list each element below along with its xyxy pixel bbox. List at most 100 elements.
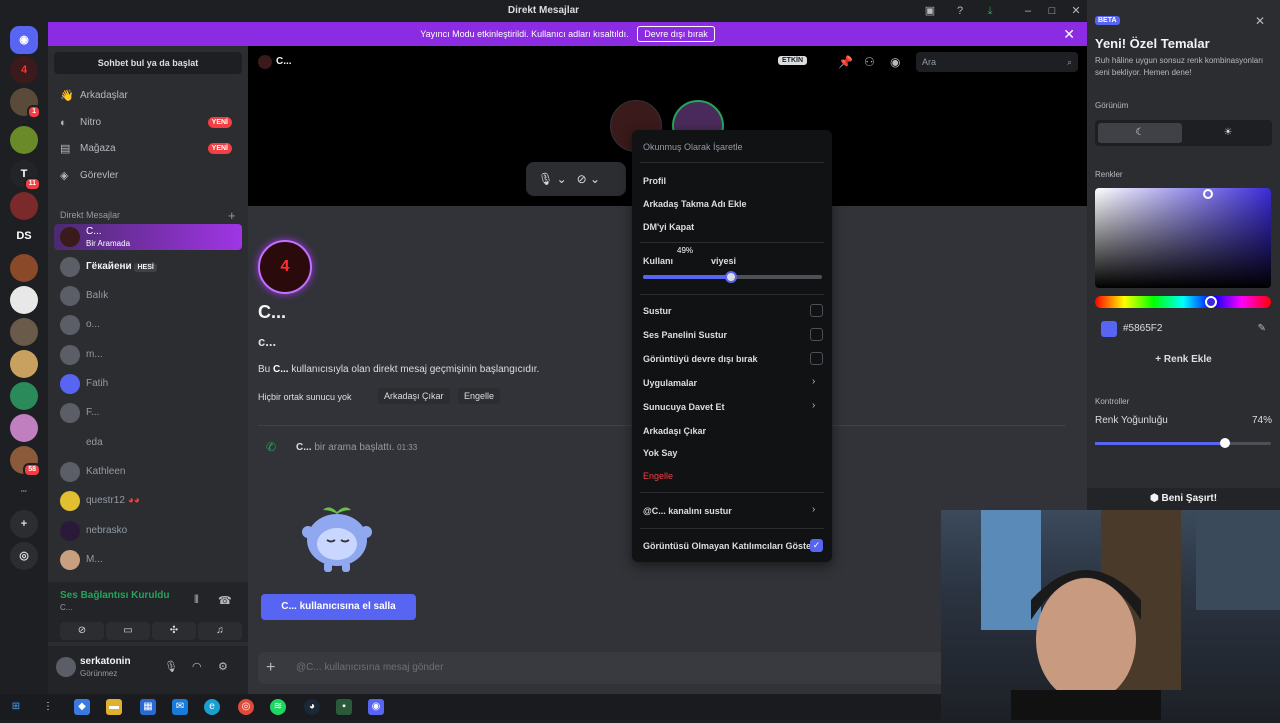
remove-friend-item[interactable]: Arkadaşı Çıkar [643,426,706,436]
dm-item[interactable]: Гёкайени HESİ [54,254,242,280]
wave-button[interactable]: C... kullanıcısına el salla [261,594,416,620]
steam-icon[interactable]: ◕ [304,699,320,715]
close-window-icon[interactable]: ✕ [1068,3,1084,19]
dm-item[interactable]: nebrasko [54,518,242,544]
invite-item[interactable]: Sunucuya Davet Et [643,402,725,412]
hue-slider[interactable] [1095,296,1271,308]
explore-icon[interactable]: ◎ [10,542,38,570]
dm-item[interactable]: m... [54,342,242,368]
close-panel-icon[interactable]: ✕ [1255,14,1265,28]
server-icon[interactable] [10,192,38,220]
windows-start-icon[interactable]: ⊞ [8,699,24,715]
minimize-icon[interactable]: – [1020,3,1036,19]
discord-home-icon[interactable]: ◉ [10,26,38,54]
headphones-icon[interactable]: ◠ [192,660,202,673]
store-icon[interactable]: ▦ [140,699,156,715]
create-dm-icon[interactable]: + [228,208,236,223]
mark-read-item[interactable]: Okunmuş Olarak İşaretle [643,142,743,152]
soundboard-button[interactable]: ♫ [198,622,242,640]
dm-item[interactable]: Fatih [54,371,242,397]
mic-icon[interactable]: 🎙 [164,660,178,673]
server-icon[interactable] [10,414,38,442]
server-icon[interactable]: 1 [10,88,41,119]
mic-icon[interactable]: 🎙 ⌄ [538,172,567,186]
dm-item[interactable]: M... [54,547,242,573]
camera-button[interactable]: ⊘ [60,622,104,640]
add-color-button[interactable]: + Renk Ekle [1095,350,1272,370]
profile-avatar[interactable]: 4 [258,240,312,294]
maximize-icon[interactable]: □ [1044,3,1060,19]
copilot-icon[interactable]: ◆ [74,699,90,715]
settings-gear-icon[interactable]: ⚙ [218,660,228,673]
close-banner-icon[interactable]: ✕ [1063,22,1075,46]
app-icon[interactable]: ▪ [336,699,352,715]
server-icon[interactable] [10,126,38,154]
server-icon[interactable] [10,318,38,346]
dm-item[interactable]: eda [54,430,242,456]
hex-field[interactable]: #5865F2 ✎ [1095,318,1272,340]
server-icon[interactable] [10,350,38,378]
profile-item[interactable]: Profil [643,176,666,186]
ignore-item[interactable]: Yok Say [643,448,677,458]
disable-video-item[interactable]: Görüntüyü devre dışı bırak [643,354,758,364]
dm-item[interactable]: Kathleen [54,459,242,485]
dm-item[interactable]: questr12 ◕◕ [54,488,242,514]
add-attachment-icon[interactable]: + [266,652,275,684]
mute-item[interactable]: Sustur [643,306,672,316]
server-icon[interactable]: 4 [10,56,38,84]
nav-friends[interactable]: 👋 Arkadaşlar [54,84,242,108]
color-picker-handle[interactable] [1203,189,1213,199]
show-non-video-checkbox[interactable]: ✓ [810,539,823,552]
search-input[interactable]: Ara ⌕ [916,52,1078,72]
discord-taskbar-icon[interactable]: ◉ [368,699,384,715]
profile-icon[interactable]: ◉ [890,55,900,69]
server-icon[interactable]: 58 [10,446,41,477]
server-icon[interactable] [10,286,38,314]
user-volume-slider[interactable] [643,271,822,283]
dm-item[interactable]: o... [54,312,242,338]
file-explorer-icon[interactable]: ▬ [106,699,122,715]
add-friends-icon[interactable]: ⚇ [864,55,875,69]
slider-handle[interactable] [1220,438,1231,448]
nickname-item[interactable]: Arkadaş Takma Adı Ekle [643,199,747,209]
chrome-icon[interactable]: ◎ [238,699,254,715]
intensity-slider[interactable] [1095,438,1271,448]
dm-item[interactable]: Balık [54,283,242,309]
edge-icon[interactable]: e [204,699,220,715]
apps-item[interactable]: Uygulamalar [643,378,697,388]
mute-soundboard-item[interactable]: Ses Panelini Sustur [643,330,727,340]
slider-handle[interactable] [724,271,737,283]
noise-suppression-icon[interactable]: ⦀ [194,594,199,607]
inbox-icon[interactable]: ▣ [922,3,938,19]
disable-video-checkbox[interactable] [810,352,823,365]
remove-friend-button[interactable]: Arkadaşı Çıkar [378,388,450,404]
mail-icon[interactable]: ✉ [172,699,188,715]
task-view-icon[interactable]: ⋮ [40,699,56,715]
help-icon[interactable]: ? [952,3,968,19]
mute-channel-item[interactable]: @C... kanalını sustur [643,506,732,516]
close-dm-item[interactable]: DM'yi Kapat [643,222,694,232]
hue-slider-handle[interactable] [1205,296,1217,308]
eyedropper-icon[interactable]: ✎ [1258,318,1266,340]
dm-item-active[interactable]: C... Bir Aramada [54,224,242,250]
mute-checkbox[interactable] [810,304,823,317]
disable-streamer-mode-button[interactable]: Devre dışı bırak [637,26,715,42]
dark-mode-icon[interactable]: ☾ [1098,123,1182,143]
block-button[interactable]: Engelle [458,388,501,404]
server-ds[interactable]: DS [10,222,38,250]
camera-off-icon[interactable]: ⊘ ⌄ [577,172,600,186]
add-server-icon[interactable]: + [10,510,38,538]
download-icon[interactable]: ⤓ [982,3,998,19]
pin-icon[interactable]: 📌 [838,55,853,69]
server-icon[interactable] [10,382,38,410]
screen-share-button[interactable]: ▭ [106,622,150,640]
light-mode-icon[interactable]: ☀ [1186,123,1270,143]
server-icon[interactable]: T 11 [10,160,41,191]
nav-nitro[interactable]: ◐ Nitro YENİ [54,111,242,135]
nav-quests[interactable]: ◈ Görevler [54,164,242,188]
block-item[interactable]: Engelle [643,471,673,481]
mute-soundboard-checkbox[interactable] [810,328,823,341]
nav-shop[interactable]: ▤ Mağaza YENİ [54,137,242,161]
server-icon[interactable] [10,254,38,282]
disconnect-icon[interactable]: ☎ [218,594,232,607]
